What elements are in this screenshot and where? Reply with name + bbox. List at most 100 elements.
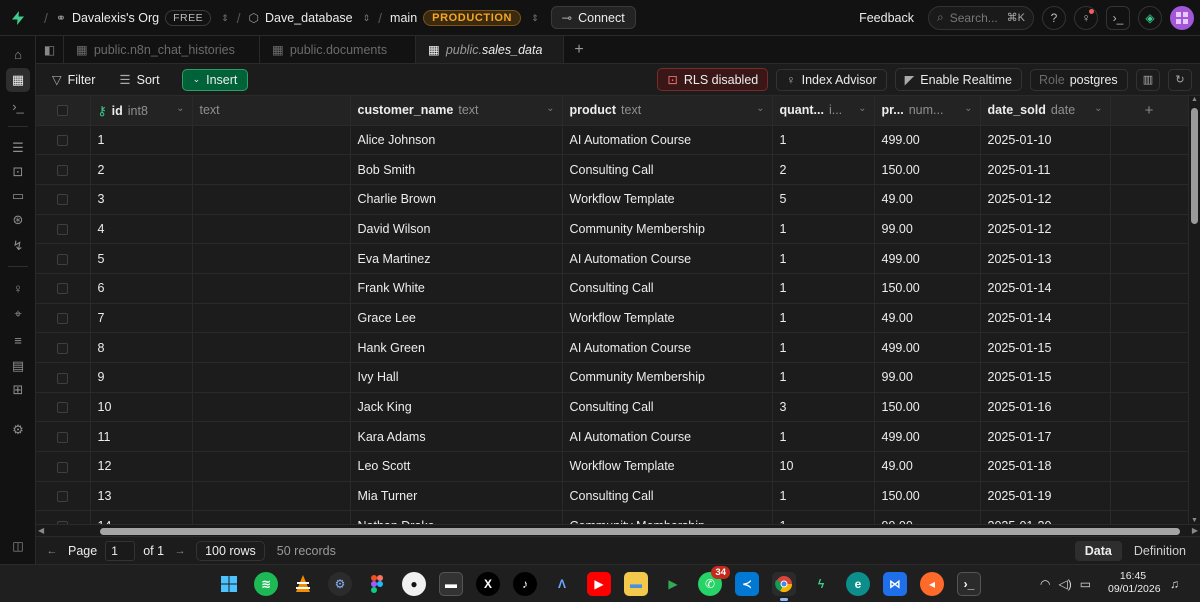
windows-start-icon[interactable] xyxy=(217,572,241,596)
table-row[interactable]: 12 Leo Scott Workflow Template 10 49.00 2025-… xyxy=(36,451,1188,482)
cell-date-sold[interactable]: 2025-01-20 xyxy=(980,510,1111,524)
add-tab-icon[interactable]: + xyxy=(564,36,594,63)
cell-date-sold[interactable]: 2025-01-14 xyxy=(980,303,1111,334)
page-number-input[interactable] xyxy=(105,540,136,561)
cell-product[interactable]: AI Automation Course xyxy=(562,243,773,274)
cell-date-sold[interactable]: 2025-01-13 xyxy=(980,243,1111,274)
column-header-id[interactable]: ⚷ id int8 ⌄ xyxy=(90,96,193,126)
index-advisor-button[interactable]: ♀ Index Advisor xyxy=(776,68,887,91)
home-icon[interactable]: ⌂ xyxy=(6,42,30,66)
tab-documents[interactable]: ▦ public.documents xyxy=(260,36,416,63)
vscode-icon[interactable]: ≺ xyxy=(735,572,759,596)
data-view-button[interactable]: Data xyxy=(1074,540,1122,561)
table-row[interactable]: 9 Ivy Hall Community Membership 1 99.00 2025-… xyxy=(36,362,1188,393)
cell-date-sold[interactable]: 2025-01-12 xyxy=(980,184,1111,215)
vertical-scroll-thumb[interactable] xyxy=(1191,108,1198,224)
cell-id[interactable]: 6 xyxy=(90,273,193,304)
settings-gear-icon[interactable]: ⚙ xyxy=(6,418,30,442)
tab-sales-data[interactable]: ▦ public.sales_data xyxy=(416,36,564,63)
clock[interactable]: 16:45 09/01/2026 xyxy=(1108,570,1161,596)
cell-price[interactable]: 99.00 xyxy=(874,214,981,245)
row-checkbox[interactable] xyxy=(36,125,91,156)
cell-quantity[interactable]: 1 xyxy=(772,125,875,156)
cell-customer-name[interactable]: Mia Turner xyxy=(350,481,563,512)
cell-customer-name[interactable]: Jack King xyxy=(350,392,563,423)
insert-button[interactable]: ⌄ Insert xyxy=(181,68,249,91)
row-checkbox[interactable] xyxy=(36,332,91,363)
sidebar-toggle-icon[interactable]: ◧ xyxy=(36,36,64,63)
table-row[interactable]: 1 Alice Johnson AI Automation Course 1 499.0… xyxy=(36,125,1188,156)
volume-icon[interactable]: ◁) xyxy=(1058,577,1071,591)
cell-text[interactable] xyxy=(192,154,351,185)
cell-price[interactable]: 499.00 xyxy=(874,243,981,274)
column-header-customer-name[interactable]: customer_name text ⌄ xyxy=(350,96,563,126)
table-row[interactable]: 3 Charlie Brown Workflow Template 5 49.00 202… xyxy=(36,184,1188,215)
cell-date-sold[interactable]: 2025-01-19 xyxy=(980,481,1111,512)
chrome-icon[interactable] xyxy=(772,572,796,601)
scroll-up-icon[interactable]: ▲ xyxy=(1191,96,1198,103)
cell-date-sold[interactable]: 2025-01-10 xyxy=(980,125,1111,156)
cell-quantity[interactable]: 1 xyxy=(772,303,875,334)
cell-quantity[interactable]: 1 xyxy=(772,481,875,512)
database-icon[interactable]: ☰ xyxy=(6,136,30,160)
cell-date-sold[interactable]: 2025-01-12 xyxy=(980,214,1111,245)
table-row[interactable]: 13 Mia Turner Consulting Call 1 150.00 2025-0… xyxy=(36,481,1188,512)
cell-product[interactable]: AI Automation Course xyxy=(562,332,773,363)
cell-product[interactable]: Community Membership xyxy=(562,214,773,245)
logs-icon[interactable]: ≡ xyxy=(6,328,30,352)
cell-customer-name[interactable]: Alice Johnson xyxy=(350,125,563,156)
book-icon[interactable]: ▥ xyxy=(1136,68,1160,91)
row-checkbox[interactable] xyxy=(36,421,91,453)
cell-quantity[interactable]: 10 xyxy=(772,451,875,482)
cell-quantity[interactable]: 1 xyxy=(772,214,875,245)
cell-product[interactable]: AI Automation Course xyxy=(562,421,773,453)
next-page-icon[interactable]: → xyxy=(172,543,188,559)
cell-quantity[interactable]: 1 xyxy=(772,243,875,274)
tiktok-icon[interactable]: ♪ xyxy=(513,572,537,596)
scroll-left-icon[interactable]: ◀ xyxy=(38,526,44,535)
row-checkbox[interactable] xyxy=(36,481,91,512)
cell-customer-name[interactable]: David Wilson xyxy=(350,214,563,245)
cell-customer-name[interactable]: Charlie Brown xyxy=(350,184,563,215)
cell-quantity[interactable]: 1 xyxy=(772,510,875,524)
cell-text[interactable] xyxy=(192,214,351,245)
cell-date-sold[interactable]: 2025-01-15 xyxy=(980,362,1111,393)
tab-n8n-chat-histories[interactable]: ▦ public.n8n_chat_histories xyxy=(64,36,260,63)
add-column-icon[interactable]: + xyxy=(1110,96,1188,126)
row-checkbox[interactable] xyxy=(36,362,91,393)
table-row[interactable]: 10 Jack King Consulting Call 3 150.00 2025-01… xyxy=(36,392,1188,423)
row-checkbox[interactable] xyxy=(36,451,91,482)
functions-icon[interactable]: ⊛ xyxy=(6,208,30,232)
cell-price[interactable]: 49.00 xyxy=(874,303,981,334)
cell-id[interactable]: 12 xyxy=(90,451,193,482)
horizontal-scroll-thumb[interactable] xyxy=(100,528,1180,535)
avatar[interactable] xyxy=(1170,5,1194,30)
column-header-date-sold[interactable]: date_sold date ⌄ xyxy=(980,96,1111,126)
definition-view-button[interactable]: Definition xyxy=(1124,541,1196,561)
cell-id[interactable]: 2 xyxy=(90,154,193,185)
cell-product[interactable]: Consulting Call xyxy=(562,154,773,185)
vlc-icon[interactable] xyxy=(291,572,315,596)
cell-id[interactable]: 9 xyxy=(90,362,193,393)
filter-button[interactable]: ▽ Filter xyxy=(44,69,103,90)
table-row[interactable]: 4 David Wilson Community Membership 1 99.00 2… xyxy=(36,214,1188,245)
row-checkbox[interactable] xyxy=(36,214,91,245)
bluesky-app-icon[interactable]: ⋈ xyxy=(883,572,907,596)
file-explorer-icon[interactable]: ▬ xyxy=(624,572,648,596)
cell-text[interactable] xyxy=(192,273,351,304)
cell-quantity[interactable]: 1 xyxy=(772,362,875,393)
cell-date-sold[interactable]: 2025-01-18 xyxy=(980,451,1111,482)
scroll-right-icon[interactable]: ▶ xyxy=(1192,526,1198,535)
cell-customer-name[interactable]: Bob Smith xyxy=(350,154,563,185)
cell-product[interactable]: Workflow Template xyxy=(562,451,773,482)
cell-id[interactable]: 7 xyxy=(90,303,193,334)
cell-price[interactable]: 99.00 xyxy=(874,510,981,524)
cell-product[interactable]: Community Membership xyxy=(562,510,773,524)
cell-price[interactable]: 150.00 xyxy=(874,154,981,185)
cell-text[interactable] xyxy=(192,392,351,423)
row-checkbox[interactable] xyxy=(36,273,91,304)
cell-text[interactable] xyxy=(192,332,351,363)
cell-product[interactable]: Workflow Template xyxy=(562,303,773,334)
arc-app-icon[interactable]: Λ xyxy=(550,572,574,596)
window-app-icon[interactable]: ▬ xyxy=(439,572,463,596)
